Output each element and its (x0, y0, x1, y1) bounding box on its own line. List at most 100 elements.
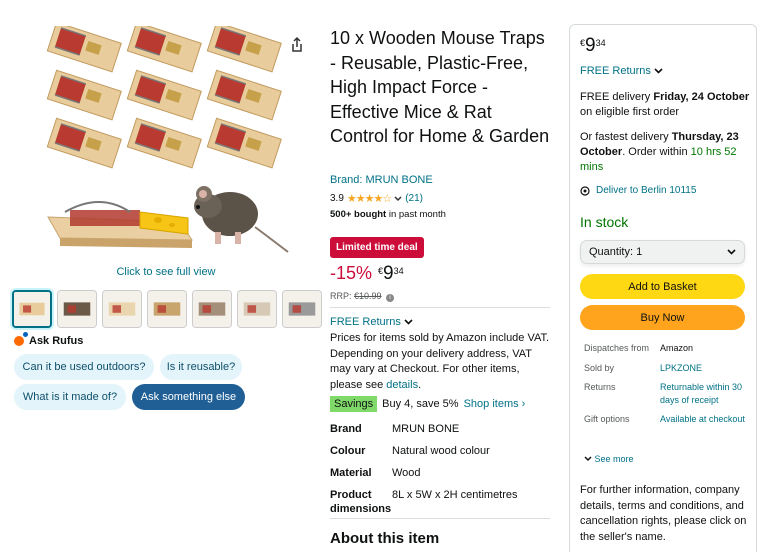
ask-rufus-heading: Ask Rufus (14, 332, 84, 347)
rufus-chip-reusable[interactable]: Is it reusable? (160, 354, 242, 380)
seller-row: Returns Returnable within 30 days of rec… (584, 381, 754, 406)
spec-key: Product dimensions (330, 489, 392, 515)
add-to-basket-button[interactable]: Add to Basket (580, 274, 745, 299)
buybox-free-returns-link[interactable]: FREE Returns (580, 65, 663, 77)
bought-count-rest: in past month (386, 209, 446, 220)
rufus-chip-outdoors[interactable]: Can it be used outdoors? (14, 354, 154, 380)
limited-deal-badge: Limited time deal (330, 237, 424, 258)
rating-row: 3.9 ★★★★☆ (21) (330, 192, 423, 205)
spec-row: Material Wood (330, 466, 550, 480)
rufus-icon (14, 332, 28, 346)
returns-policy-link[interactable]: Returnable within 30 days of receipt (660, 381, 754, 406)
share-icon[interactable] (288, 36, 306, 54)
bought-count-bold: 500+ bought (330, 209, 387, 220)
seller-value: Amazon (660, 343, 694, 353)
buybox-returns-label: FREE Returns (580, 65, 651, 77)
chevron-down-icon[interactable] (394, 195, 402, 202)
quantity-select[interactable]: Quantity: 1 (580, 240, 745, 264)
spec-table: Brand MRUN BONE Colour Natural wood colo… (330, 422, 550, 524)
ask-something-else-button[interactable]: Ask something else (132, 384, 245, 410)
trap-image (46, 69, 122, 121)
seller-key: Gift options (584, 414, 630, 424)
thumbnail[interactable] (237, 290, 277, 328)
buybox-price-fraction: 34 (595, 38, 606, 48)
thumbnail[interactable] (102, 290, 142, 328)
spec-row: Brand MRUN BONE (330, 422, 550, 436)
thumbnail[interactable] (147, 290, 187, 328)
price-whole: 9 (383, 263, 394, 284)
see-more-link[interactable]: See more (584, 454, 634, 464)
trap-image (126, 26, 202, 73)
rufus-chip-material[interactable]: What is it made of? (14, 384, 126, 410)
trap-image (206, 26, 282, 73)
spec-row: Colour Natural wood colour (330, 444, 550, 458)
chevron-down-icon (727, 249, 736, 255)
spec-row: Product dimensions 8L x 5W x 2H centimet… (330, 488, 550, 516)
quantity-value: Quantity: 1 (589, 246, 643, 258)
price-currency: € (378, 266, 384, 276)
thumbnail[interactable] (282, 290, 322, 328)
vat-text: Prices for items sold by Amazon include … (330, 332, 550, 391)
buy-now-button[interactable]: Buy Now (580, 305, 745, 330)
savings-text: Buy 4, save 5% (382, 398, 459, 410)
seller-row: Gift options Available at checkout (584, 413, 754, 426)
spec-value: Wood (392, 467, 421, 479)
shop-items-link[interactable]: Shop items › (464, 398, 526, 410)
trap-image (126, 117, 202, 169)
buybox-price: € 9 34 (580, 35, 606, 57)
spec-value: Natural wood colour (392, 445, 490, 457)
deliver-to-label: Deliver to Berlin 10115 (596, 185, 697, 196)
thumbnail[interactable] (192, 290, 232, 328)
chevron-down-icon (654, 68, 663, 74)
trap-image (206, 117, 282, 169)
spec-value: MRUN BONE (392, 423, 460, 435)
trap-grid-illustration (46, 26, 282, 169)
seller-link[interactable]: LPKZONE (660, 362, 754, 375)
price-block: -15% € 9 34 (330, 263, 404, 285)
trap-with-mouse-illustration (47, 186, 289, 253)
divider (330, 518, 550, 519)
ask-rufus-label: Ask Rufus (29, 335, 84, 347)
trap-image (46, 117, 122, 169)
buybox-currency: € (580, 38, 586, 48)
rating-value: 3.9 (330, 193, 344, 204)
discount-percent: -15% (330, 263, 373, 283)
buybox-price-whole: 9 (585, 35, 596, 56)
rrp-label: RRP: (330, 291, 355, 301)
fastest-delivery-info: Or fastest delivery Thursday, 23 October… (580, 130, 750, 175)
deliver-to-link[interactable]: Deliver to Berlin 10115 (580, 185, 696, 196)
thumbnail[interactable] (12, 290, 52, 328)
info-icon[interactable]: i (386, 294, 395, 302)
free-returns-link[interactable]: FREE Returns (330, 316, 413, 328)
seller-key: Returns (584, 382, 616, 392)
spec-key: Colour (330, 445, 366, 457)
savings-row: Savings Buy 4, save 5% Shop items › (330, 396, 525, 412)
product-title: 10 x Wooden Mouse Traps - Reusable, Plas… (330, 28, 550, 147)
full-view-link[interactable]: Click to see full view (0, 266, 332, 278)
bought-count: 500+ bought in past month (330, 209, 446, 220)
rrp-value: €10.99 (354, 291, 382, 301)
seller-key: Sold by (584, 362, 615, 373)
divider (330, 307, 550, 308)
vat-details-link[interactable]: details (386, 379, 418, 391)
vat-text-end: . (418, 378, 422, 391)
seller-row: Dispatches from Amazon (584, 342, 754, 355)
product-main-image[interactable] (40, 22, 290, 262)
delivery-prefix: FREE delivery (580, 91, 654, 103)
location-pin-icon (580, 185, 590, 196)
chevron-down-icon (404, 319, 413, 325)
see-more-label: See more (594, 454, 634, 464)
rating-count-link[interactable]: (21) (405, 193, 423, 204)
trap-image (46, 26, 122, 73)
seller-info-table: Dispatches from Amazon Sold by LPKZONE R… (584, 342, 754, 433)
delivery-suffix: on eligible first order (580, 106, 680, 118)
brand-link[interactable]: Brand: MRUN BONE (330, 174, 433, 186)
thumbnail-strip (12, 290, 322, 328)
trap-image (206, 69, 282, 121)
chevron-down-icon (584, 456, 592, 462)
star-rating-icon[interactable]: ★★★★☆ (347, 192, 392, 205)
savings-badge: Savings (330, 396, 378, 412)
free-returns-label: FREE Returns (330, 316, 401, 328)
gift-options-link[interactable]: Available at checkout (660, 413, 754, 426)
thumbnail[interactable] (57, 290, 97, 328)
